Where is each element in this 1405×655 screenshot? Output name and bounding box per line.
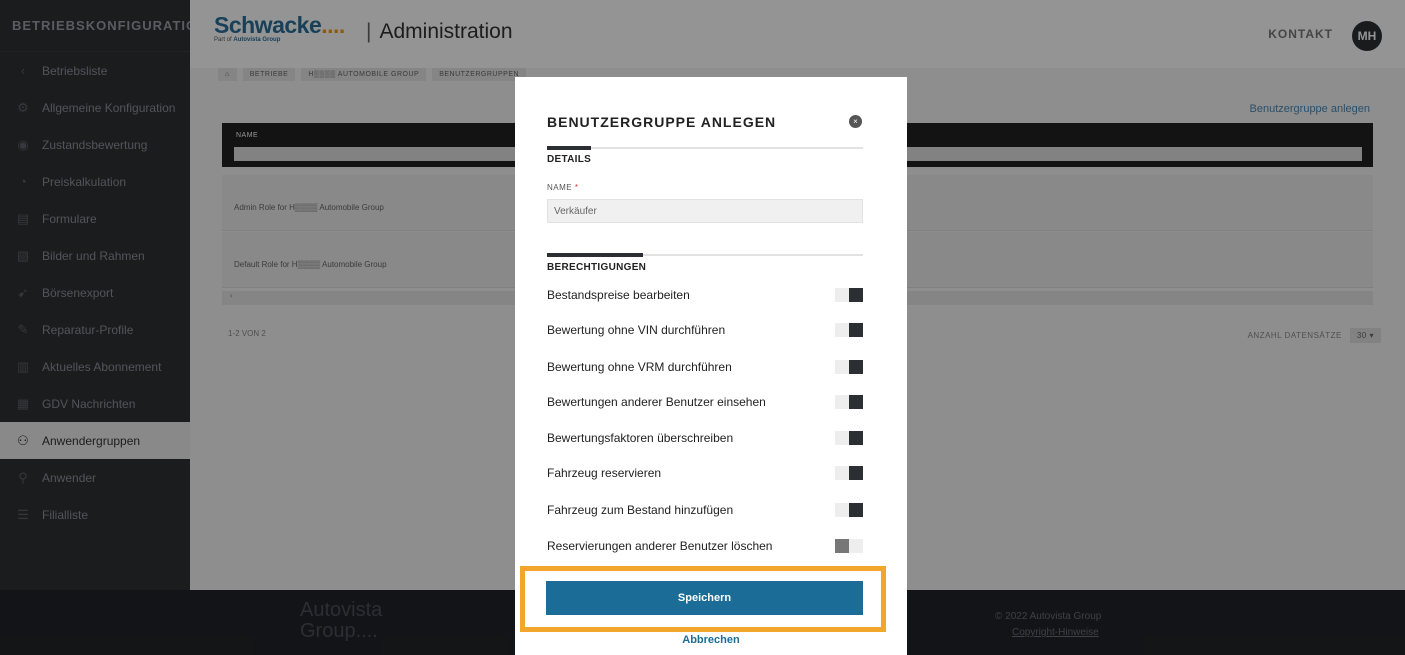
name-label-text: NAME bbox=[547, 183, 573, 192]
toggle-knob bbox=[849, 395, 863, 409]
permission-toggle[interactable] bbox=[835, 360, 863, 374]
permission-row: Bewertungsfaktoren überschreiben bbox=[547, 428, 863, 448]
permission-label: Bewertungsfaktoren überschreiben bbox=[547, 431, 734, 445]
permission-label: Bewertung ohne VIN durchführen bbox=[547, 323, 726, 337]
toggle-knob bbox=[849, 323, 863, 337]
toggle-knob bbox=[849, 360, 863, 374]
close-icon[interactable]: × bbox=[849, 115, 862, 128]
permission-label: Reservierungen anderer Benutzer löschen bbox=[547, 539, 773, 553]
permission-row: Fahrzeug reservieren bbox=[547, 463, 863, 483]
required-marker: * bbox=[574, 183, 579, 192]
permission-row: Bewertungen anderer Benutzer einsehen bbox=[547, 392, 863, 412]
permission-label: Fahrzeug reservieren bbox=[547, 466, 662, 480]
permission-toggle[interactable] bbox=[835, 288, 863, 302]
toggle-knob bbox=[849, 466, 863, 480]
toggle-knob bbox=[835, 539, 849, 553]
toggle-knob bbox=[849, 288, 863, 302]
toggle-knob bbox=[849, 503, 863, 517]
permission-toggle[interactable] bbox=[835, 503, 863, 517]
create-group-dialog: BENUTZERGRUPPE ANLEGEN × DETAILS NAME * … bbox=[515, 77, 907, 655]
section-accent bbox=[547, 253, 643, 257]
app-window: BETRIEBSKONFIGURATION ‹ Betriebsliste ⚙ Al… bbox=[0, 0, 1405, 655]
permissions-section-label: BERECHTIGUNGEN bbox=[547, 262, 647, 273]
save-button[interactable]: Speichern bbox=[546, 581, 863, 615]
permission-label: Bestandspreise bearbeiten bbox=[547, 288, 690, 302]
permission-row: Reservierungen anderer Benutzer löschen bbox=[547, 536, 863, 556]
permission-row: Bestandspreise bearbeiten bbox=[547, 285, 863, 305]
permission-toggle[interactable] bbox=[835, 323, 863, 337]
permission-label: Fahrzeug zum Bestand hinzufügen bbox=[547, 503, 734, 517]
permission-label: Bewertung ohne VRM durchführen bbox=[547, 360, 732, 374]
section-divider bbox=[547, 253, 863, 257]
permission-toggle[interactable] bbox=[835, 431, 863, 445]
permission-row: Bewertung ohne VIN durchführen bbox=[547, 320, 863, 340]
cancel-link[interactable]: Abbrechen bbox=[515, 634, 907, 646]
name-label: NAME * bbox=[547, 183, 578, 192]
details-section-label: DETAILS bbox=[547, 154, 592, 165]
permission-row: Bewertung ohne VRM durchführen bbox=[547, 357, 863, 377]
permission-toggle[interactable] bbox=[835, 466, 863, 480]
dialog-title: BENUTZERGRUPPE ANLEGEN bbox=[547, 114, 777, 130]
permission-label: Bewertungen anderer Benutzer einsehen bbox=[547, 395, 766, 409]
permission-row: Fahrzeug zum Bestand hinzufügen bbox=[547, 500, 863, 520]
section-accent bbox=[547, 146, 591, 150]
section-divider bbox=[547, 146, 863, 150]
permission-toggle[interactable] bbox=[835, 395, 863, 409]
name-field[interactable] bbox=[547, 199, 863, 223]
toggle-knob bbox=[849, 431, 863, 445]
permission-toggle[interactable] bbox=[835, 539, 863, 553]
